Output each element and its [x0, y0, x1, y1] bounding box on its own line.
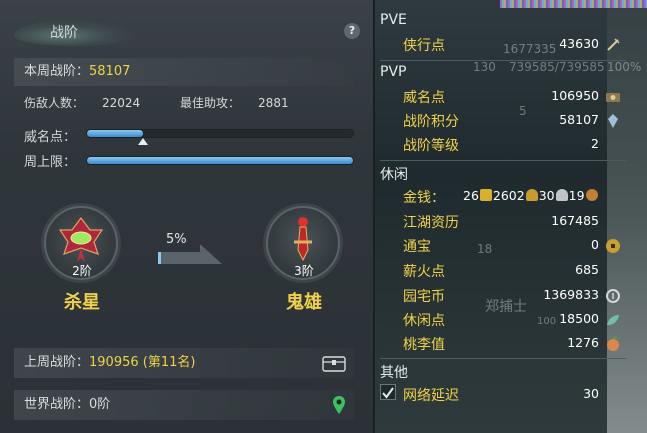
leisure-points-value: 18500 [559, 311, 599, 326]
divider [380, 160, 626, 161]
leisure-heading: 休闲 [380, 167, 408, 183]
pvp-prestige-row: 威名点 106950 [403, 87, 623, 109]
pve-heading: PVE [380, 12, 407, 28]
peach-icon [607, 336, 619, 351]
weekly-cap-bar-fill [87, 157, 353, 164]
location-pin-icon[interactable] [332, 395, 346, 415]
progress-arrow-icon [158, 244, 222, 264]
money-label: 金钱： [403, 190, 445, 206]
leisure-leaf-icon [607, 315, 619, 326]
bg-mp-text: 739585/739585 [509, 60, 605, 74]
pve-xiaxing-row: 侠行点 43630 [403, 35, 623, 57]
latency-checkbox[interactable] [380, 384, 396, 400]
world-rank-value: 0阶 [89, 397, 111, 412]
tongbao-value: 0 [591, 237, 599, 252]
other-heading: 其他 [380, 365, 408, 381]
xiaxing-value: 43630 [559, 36, 599, 51]
tongbao-row: 通宝 0 [403, 236, 623, 258]
pvp-rank-score-row: 战阶积分 58107 [403, 111, 623, 133]
silver-coin-icon [555, 189, 568, 201]
current-rank-name: 杀星 [64, 292, 100, 313]
tongbao-coin-icon [606, 239, 620, 253]
weekly-cap-bar [86, 156, 354, 165]
bg-level-text: 130 [473, 60, 496, 74]
combat-stats-row: 伤敌人数： 22024 最佳助攻： 2881 [24, 94, 325, 111]
last-week-label: 上周战阶： [24, 355, 90, 370]
pvp-rank-level-row: 战阶等级 2 [403, 135, 623, 157]
prestige-points-label: 威名点 [403, 90, 445, 106]
taoli-value: 1276 [567, 335, 599, 350]
latency-value: 30 [583, 386, 599, 401]
bg-mp-pct-text: 100% [607, 60, 642, 74]
prestige-marker-icon [137, 138, 148, 145]
jianghu-value: 167485 [551, 213, 599, 228]
prestige-bar [86, 129, 354, 145]
chest-icon[interactable] [322, 354, 346, 372]
gold-ingot-icon [479, 189, 492, 201]
next-rank-level: 3阶 [294, 264, 314, 278]
jianghu-label: 江湖资历 [403, 215, 459, 231]
xinhuo-value: 685 [575, 262, 599, 277]
xiaxing-label: 侠行点 [403, 38, 445, 54]
buff-strip [500, 0, 647, 8]
weekly-rank-label: 本周战阶： [24, 64, 90, 79]
gold-coin-icon [525, 189, 538, 201]
tongbao-label: 通宝 [403, 239, 431, 255]
leisure-points-label: 休闲点 [403, 313, 445, 329]
prestige-points-value: 106950 [551, 88, 599, 103]
xiaxing-icon [607, 38, 620, 51]
checkmark-icon [382, 387, 394, 399]
last-week-rank-row: 上周战阶：190956 (第11名) [14, 348, 354, 378]
divider [380, 358, 626, 359]
copper-coin-icon [585, 189, 598, 201]
weekly-rank-value: 58107 [89, 64, 131, 79]
rank-level-value: 2 [591, 136, 599, 151]
weekly-rank-row: 本周战阶：58107 [14, 58, 354, 86]
money-row: 金钱： 26 2602 30 19 [403, 187, 647, 209]
assist-label: 最佳助攻： [180, 96, 241, 110]
jianghu-row: 江湖资历 167485 [403, 212, 623, 234]
rank-score-label: 战阶积分 [403, 114, 459, 130]
divider [380, 60, 626, 61]
taoli-row: 桃李值 1276 [403, 334, 623, 356]
last-week-value: 190956 (第11名) [89, 355, 196, 370]
yuanzhai-value: 1369833 [543, 287, 599, 302]
prestige-label: 威名点： [24, 130, 77, 145]
money-silver-value: 2602 [492, 188, 525, 203]
prestige-bar-fill [87, 130, 143, 137]
rank-score-icon [608, 114, 618, 128]
defeated-value: 22024 [102, 96, 141, 110]
yuanzhai-row: 园宅币 1369833 [403, 286, 623, 308]
world-rank-label: 世界战阶： [24, 397, 90, 412]
rank-level-label: 战阶等级 [403, 138, 459, 154]
latency-label: 网络延迟 [403, 388, 459, 404]
xinhuo-row: 薪火点 685 [403, 261, 623, 283]
currency-panel: 1677335 130 739585/739585 100% 5 郑捕士 18 … [375, 0, 647, 433]
assist-value: 2881 [258, 96, 289, 110]
rank-score-value: 58107 [559, 112, 599, 127]
taoli-label: 桃李值 [403, 337, 445, 353]
prestige-icon [606, 93, 620, 102]
world-rank-row: 世界战阶：0阶 [14, 390, 354, 420]
defeated-label: 伤敌人数： [24, 96, 85, 110]
money-tin-value: 19 [568, 188, 585, 203]
pvp-heading: PVP [380, 64, 407, 80]
money-amounts: 26 2602 30 19 [463, 188, 599, 203]
help-button[interactable]: ? [344, 23, 360, 39]
latency-row: 网络延迟 30 [403, 385, 623, 407]
rank-panel: 战阶 ? 本周战阶：58107 伤敌人数： 22024 最佳助攻： 2881 威名点… [0, 0, 374, 433]
panel-title-bar: 战阶 ? [14, 16, 366, 46]
yuanzhai-label: 园宅币 [403, 289, 445, 305]
leisure-points-row: 休闲点 18500 [403, 310, 623, 332]
current-rank-level: 2阶 [72, 264, 92, 278]
weekly-cap-label: 周上限： [24, 155, 77, 170]
xinhuo-label: 薪火点 [403, 264, 445, 280]
yuanzhai-coin-icon [606, 289, 620, 303]
panel-title: 战阶 [50, 25, 78, 41]
money-gold-value: 26 [463, 188, 479, 203]
money-copper-value: 30 [538, 188, 555, 203]
next-rank-name: 鬼雄 [286, 292, 322, 313]
